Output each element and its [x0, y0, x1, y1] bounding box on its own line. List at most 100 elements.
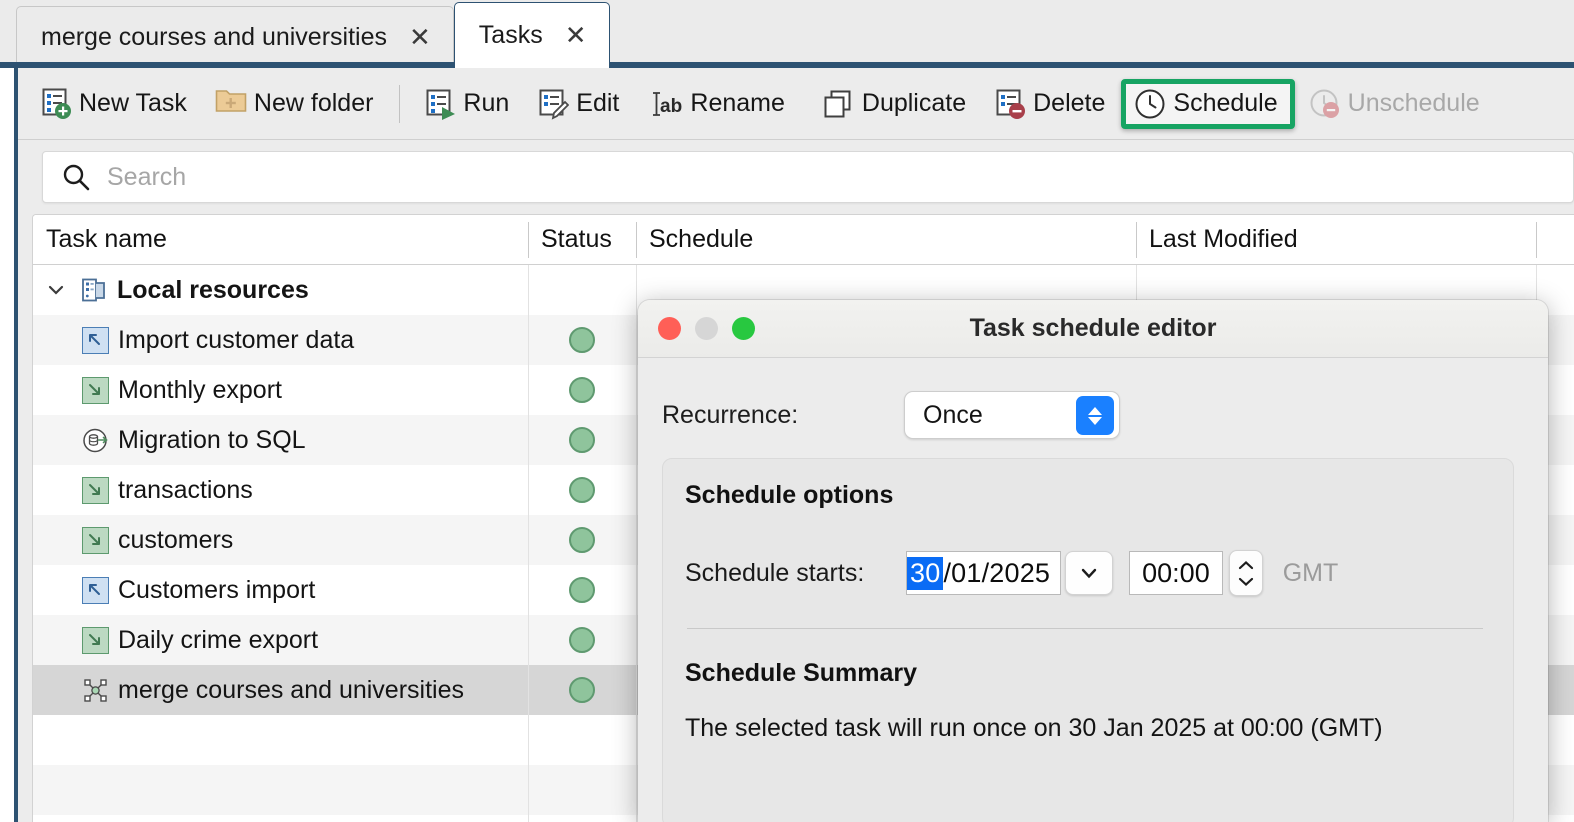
schedule-time-field[interactable]: 00:00 [1129, 551, 1223, 595]
tab-merge-courses-and-universities[interactable]: merge courses and universities ✕ [16, 6, 454, 68]
new-folder-button[interactable]: New folder [207, 82, 382, 125]
status-badge [569, 327, 595, 353]
duplicate-label: Duplicate [861, 89, 967, 117]
schedule-button[interactable]: Schedule [1132, 86, 1279, 122]
task-status-cell [528, 365, 636, 415]
task-name-label: Customers import [118, 575, 316, 604]
export-icon [82, 376, 109, 404]
task-status-cell [528, 315, 636, 365]
merge-icon [82, 677, 109, 704]
empty-cell [33, 715, 528, 765]
task-name-label: Daily crime export [118, 625, 319, 654]
export-icon [82, 476, 109, 504]
dialog-titlebar[interactable]: Task schedule editor [638, 300, 1548, 358]
duplicate-icon [823, 88, 855, 120]
status-badge [569, 677, 595, 703]
schedule-summary-title: Schedule Summary [685, 659, 918, 687]
task-name-label: customers [118, 525, 234, 554]
unschedule-label: Unschedule [1347, 89, 1480, 117]
tab-label: Tasks [478, 21, 543, 49]
svg-text:ab: ab [660, 96, 682, 117]
chevron-up-icon [1238, 560, 1253, 569]
date-rest-segment[interactable]: /01/2025 [943, 558, 1050, 589]
group-status-cell [528, 265, 636, 315]
task-name-label: Monthly export [118, 375, 282, 404]
status-badge [569, 627, 595, 653]
search-area [18, 141, 1574, 214]
status-badge [569, 477, 595, 503]
run-button[interactable]: Run [418, 84, 517, 124]
column-header-schedule[interactable]: Schedule [636, 215, 1136, 265]
column-header-status[interactable]: Status [528, 215, 636, 265]
unschedule-icon [1309, 88, 1341, 120]
rename-button[interactable]: ab Rename [641, 85, 793, 123]
status-badge [569, 577, 595, 603]
toolbar: New Task New folder Run Edit ab Rename D… [18, 68, 1574, 140]
recurrence-value: Once [923, 400, 983, 429]
empty-cell [33, 765, 528, 815]
status-badge [569, 527, 595, 553]
task-name-cell: Daily crime export [33, 615, 528, 665]
edit-button[interactable]: Edit [531, 84, 627, 124]
schedule-options-panel: Schedule options Schedule starts: 30/01/… [662, 458, 1514, 822]
duplicate-button[interactable]: Duplicate [815, 84, 974, 124]
tab-tasks[interactable]: Tasks ✕ [453, 2, 610, 68]
close-icon[interactable]: ✕ [565, 23, 587, 49]
date-day-segment[interactable]: 30 [907, 556, 944, 590]
edit-icon [539, 88, 570, 120]
chevron-updown-icon[interactable] [1076, 396, 1114, 435]
task-name-cell: merge courses and universities [33, 665, 528, 715]
export-icon [82, 526, 109, 554]
import-icon [82, 576, 109, 604]
dialog-title: Task schedule editor [969, 314, 1217, 342]
schedule-starts-label: Schedule starts: [685, 558, 865, 587]
recurrence-label: Recurrence: [662, 400, 799, 429]
chevron-down-icon [1238, 577, 1253, 586]
search-input[interactable] [105, 161, 1505, 193]
empty-cell [528, 815, 636, 822]
toolbar-divider [399, 84, 401, 123]
task-name-cell: customers [33, 515, 528, 565]
empty-cell [528, 765, 636, 815]
task-name-cell: transactions [33, 465, 528, 515]
schedule-date-field[interactable]: 30/01/2025 [906, 551, 1062, 595]
new-task-button[interactable]: New Task [34, 84, 195, 124]
task-status-cell [528, 515, 636, 565]
status-badge [569, 427, 595, 453]
server-icon [81, 277, 107, 303]
schedule-summary-text: The selected task will run once on 30 Ja… [685, 714, 1383, 742]
group-name-cell: Local resources [33, 265, 528, 315]
recurrence-select[interactable]: Once [904, 391, 1120, 439]
time-stepper[interactable] [1228, 550, 1263, 596]
task-name-label: transactions [118, 475, 253, 504]
rename-label: Rename [690, 89, 785, 117]
chevron-up-icon [1088, 406, 1102, 415]
schedule-button-highlight: Schedule [1121, 78, 1295, 129]
task-name-label: Import customer data [118, 325, 355, 354]
new-task-icon [42, 88, 72, 120]
chevron-down-icon [1088, 416, 1102, 425]
task-name-label: merge courses and universities [118, 675, 464, 704]
import-icon [82, 326, 109, 354]
tab-bar: merge courses and universities ✕ Tasks ✕ [0, 0, 1574, 68]
schedule-starts-row: Schedule starts: 30/01/2025 00:00 GMT [685, 550, 1489, 596]
unschedule-button: Unschedule [1301, 84, 1488, 124]
task-name-label: Migration to SQL [118, 425, 306, 454]
column-header-task-name[interactable]: Task name [33, 215, 528, 265]
search-bar[interactable] [42, 151, 1574, 203]
delete-button[interactable]: Delete [988, 84, 1113, 124]
export-icon [82, 626, 109, 654]
rename-icon: ab [649, 89, 683, 119]
close-icon[interactable]: ✕ [409, 25, 431, 51]
column-header-last-modified[interactable]: Last Modified [1136, 215, 1536, 265]
dialog-body: Recurrence: Once Schedule options Schedu… [638, 358, 1548, 822]
chevron-down-icon [1081, 568, 1097, 579]
chevron-down-icon[interactable] [45, 279, 67, 301]
task-status-cell [528, 565, 636, 615]
group-label: Local resources [117, 275, 309, 304]
time-value: 00:00 [1142, 557, 1210, 588]
search-icon [61, 162, 91, 192]
task-status-cell [528, 415, 636, 465]
date-picker-button[interactable] [1065, 551, 1114, 595]
run-label: Run [463, 89, 510, 117]
